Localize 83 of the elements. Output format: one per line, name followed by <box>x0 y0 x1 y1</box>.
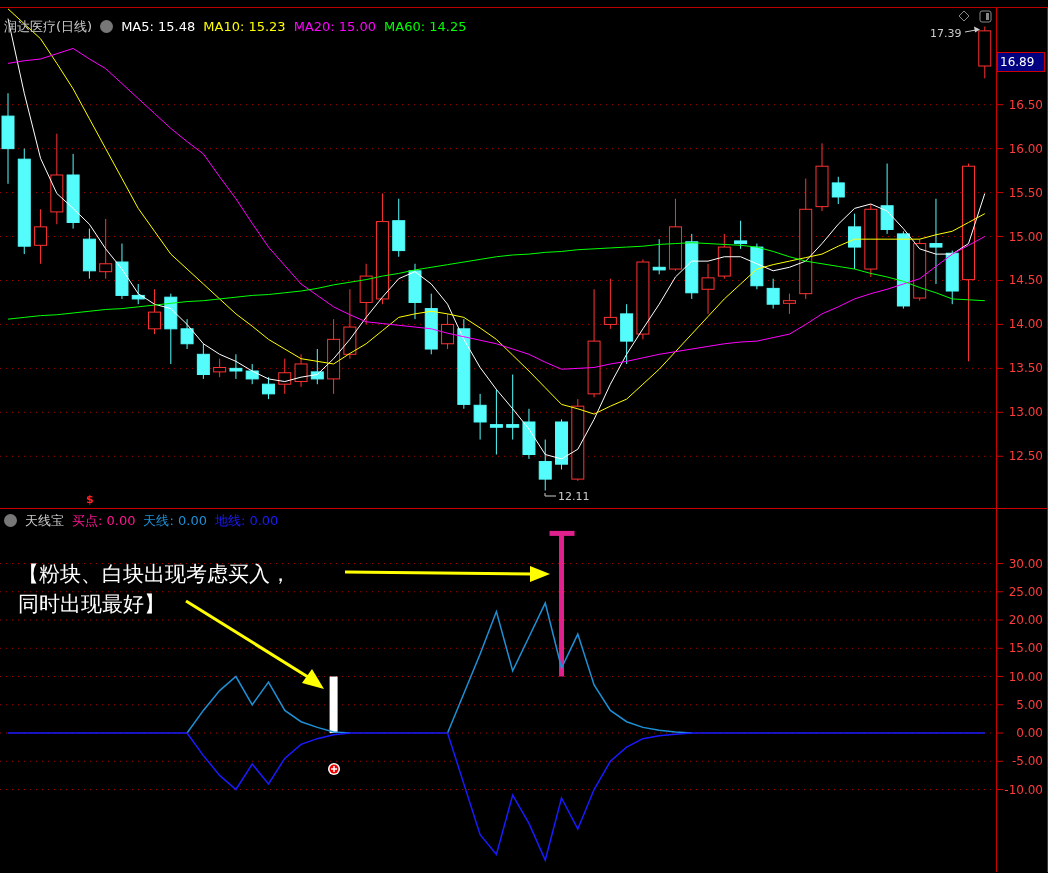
indicator-value: 地线: 0.00 <box>214 512 279 530</box>
annotation-text: 【粉块、白块出现考虑买入，同时出现最好】 <box>18 561 292 619</box>
indicator-title: 天线宝 <box>25 512 64 530</box>
candlestick <box>310 348 324 385</box>
axis-label: 0.00 <box>1016 726 1043 740</box>
dropdown-icon[interactable] <box>100 20 114 34</box>
candlestick <box>262 376 275 400</box>
candlestick <box>750 243 764 290</box>
low-price-label: 12.11 <box>558 490 590 503</box>
candlestick <box>652 238 666 275</box>
candlestick <box>278 358 292 395</box>
candlestick <box>196 343 210 380</box>
candlestick <box>815 142 829 212</box>
axis-label: -10.00 <box>1004 782 1043 797</box>
candlestick <box>880 163 894 235</box>
axis-label: 12.50 <box>1008 449 1043 464</box>
indicator-value: 天线: 0.00 <box>143 512 207 530</box>
candlestick <box>180 318 194 350</box>
candlestick <box>473 393 487 441</box>
axis-label: 15.00 <box>1008 229 1043 244</box>
axis-label: 30.00 <box>1008 556 1043 571</box>
candlestick <box>441 313 455 350</box>
candlestick <box>538 439 552 492</box>
candlestick <box>831 176 845 205</box>
axis-label: 20.00 <box>1008 613 1043 627</box>
candlestick <box>148 288 161 335</box>
axis-label: 15.50 <box>1008 185 1043 200</box>
moving-average-value: MA60: 14.25 <box>384 18 467 36</box>
high-price-label: 17.39 <box>930 27 962 40</box>
candlestick <box>99 218 113 280</box>
signal-mark: $ <box>86 494 94 505</box>
leader-line <box>544 492 557 497</box>
candlestick <box>506 374 520 441</box>
axis-label: 14.50 <box>1008 273 1043 288</box>
candlestick <box>229 353 243 380</box>
candlestick <box>115 243 129 300</box>
axis-label: 13.00 <box>1008 405 1043 420</box>
candlestick <box>359 263 373 325</box>
candlestick <box>131 283 145 305</box>
axis-label: 25.00 <box>1008 584 1043 599</box>
candlestick <box>978 25 992 79</box>
candlestick <box>522 408 536 460</box>
candlestick <box>782 293 796 315</box>
axis-label: 16.50 <box>1008 97 1043 112</box>
candlestick <box>734 220 748 250</box>
axis-label: 16.00 <box>1008 141 1043 156</box>
candlestick <box>34 208 48 265</box>
candlestick <box>766 278 780 310</box>
candlestick <box>913 238 927 302</box>
candlestick <box>489 388 503 455</box>
moving-average-value: MA5: 15.48 <box>121 18 196 36</box>
candlestick <box>392 198 406 258</box>
candlestick <box>701 263 715 315</box>
axis-label: 14.00 <box>1008 317 1043 332</box>
candlestick <box>620 303 634 365</box>
candlestick <box>945 250 959 305</box>
candlestick <box>555 418 568 470</box>
candlestick <box>213 358 227 378</box>
candlestick <box>82 228 96 280</box>
candlestick <box>245 363 259 385</box>
indicator-value: 买点: 0.00 <box>72 512 136 530</box>
moving-average-value: MA20: 15.00 <box>293 18 377 36</box>
plus-circle-icon <box>328 763 340 775</box>
bar-cap-drawing <box>549 530 575 536</box>
candlestick <box>603 278 617 330</box>
candlestick <box>717 233 731 280</box>
axis-label: 5.00 <box>1016 697 1043 712</box>
candlestick <box>685 233 699 300</box>
axis-label: 13.50 <box>1008 361 1043 376</box>
dropdown-icon[interactable] <box>4 514 17 528</box>
moving-average-value: MA10: 15.23 <box>203 18 286 36</box>
leader-line <box>964 26 980 33</box>
current-price-label: 16.89 <box>997 52 1045 72</box>
axis-label: -5.00 <box>1011 754 1043 769</box>
axis-label: 10.00 <box>1008 669 1043 684</box>
candlestick <box>164 293 178 365</box>
candlestick <box>343 288 357 360</box>
chart-tools-icon <box>958 10 992 24</box>
axis-label: 15.00 <box>1008 641 1043 656</box>
candlestick <box>424 293 438 355</box>
candlestick <box>408 263 422 320</box>
candlestick <box>294 353 308 388</box>
candlestick <box>848 213 862 270</box>
